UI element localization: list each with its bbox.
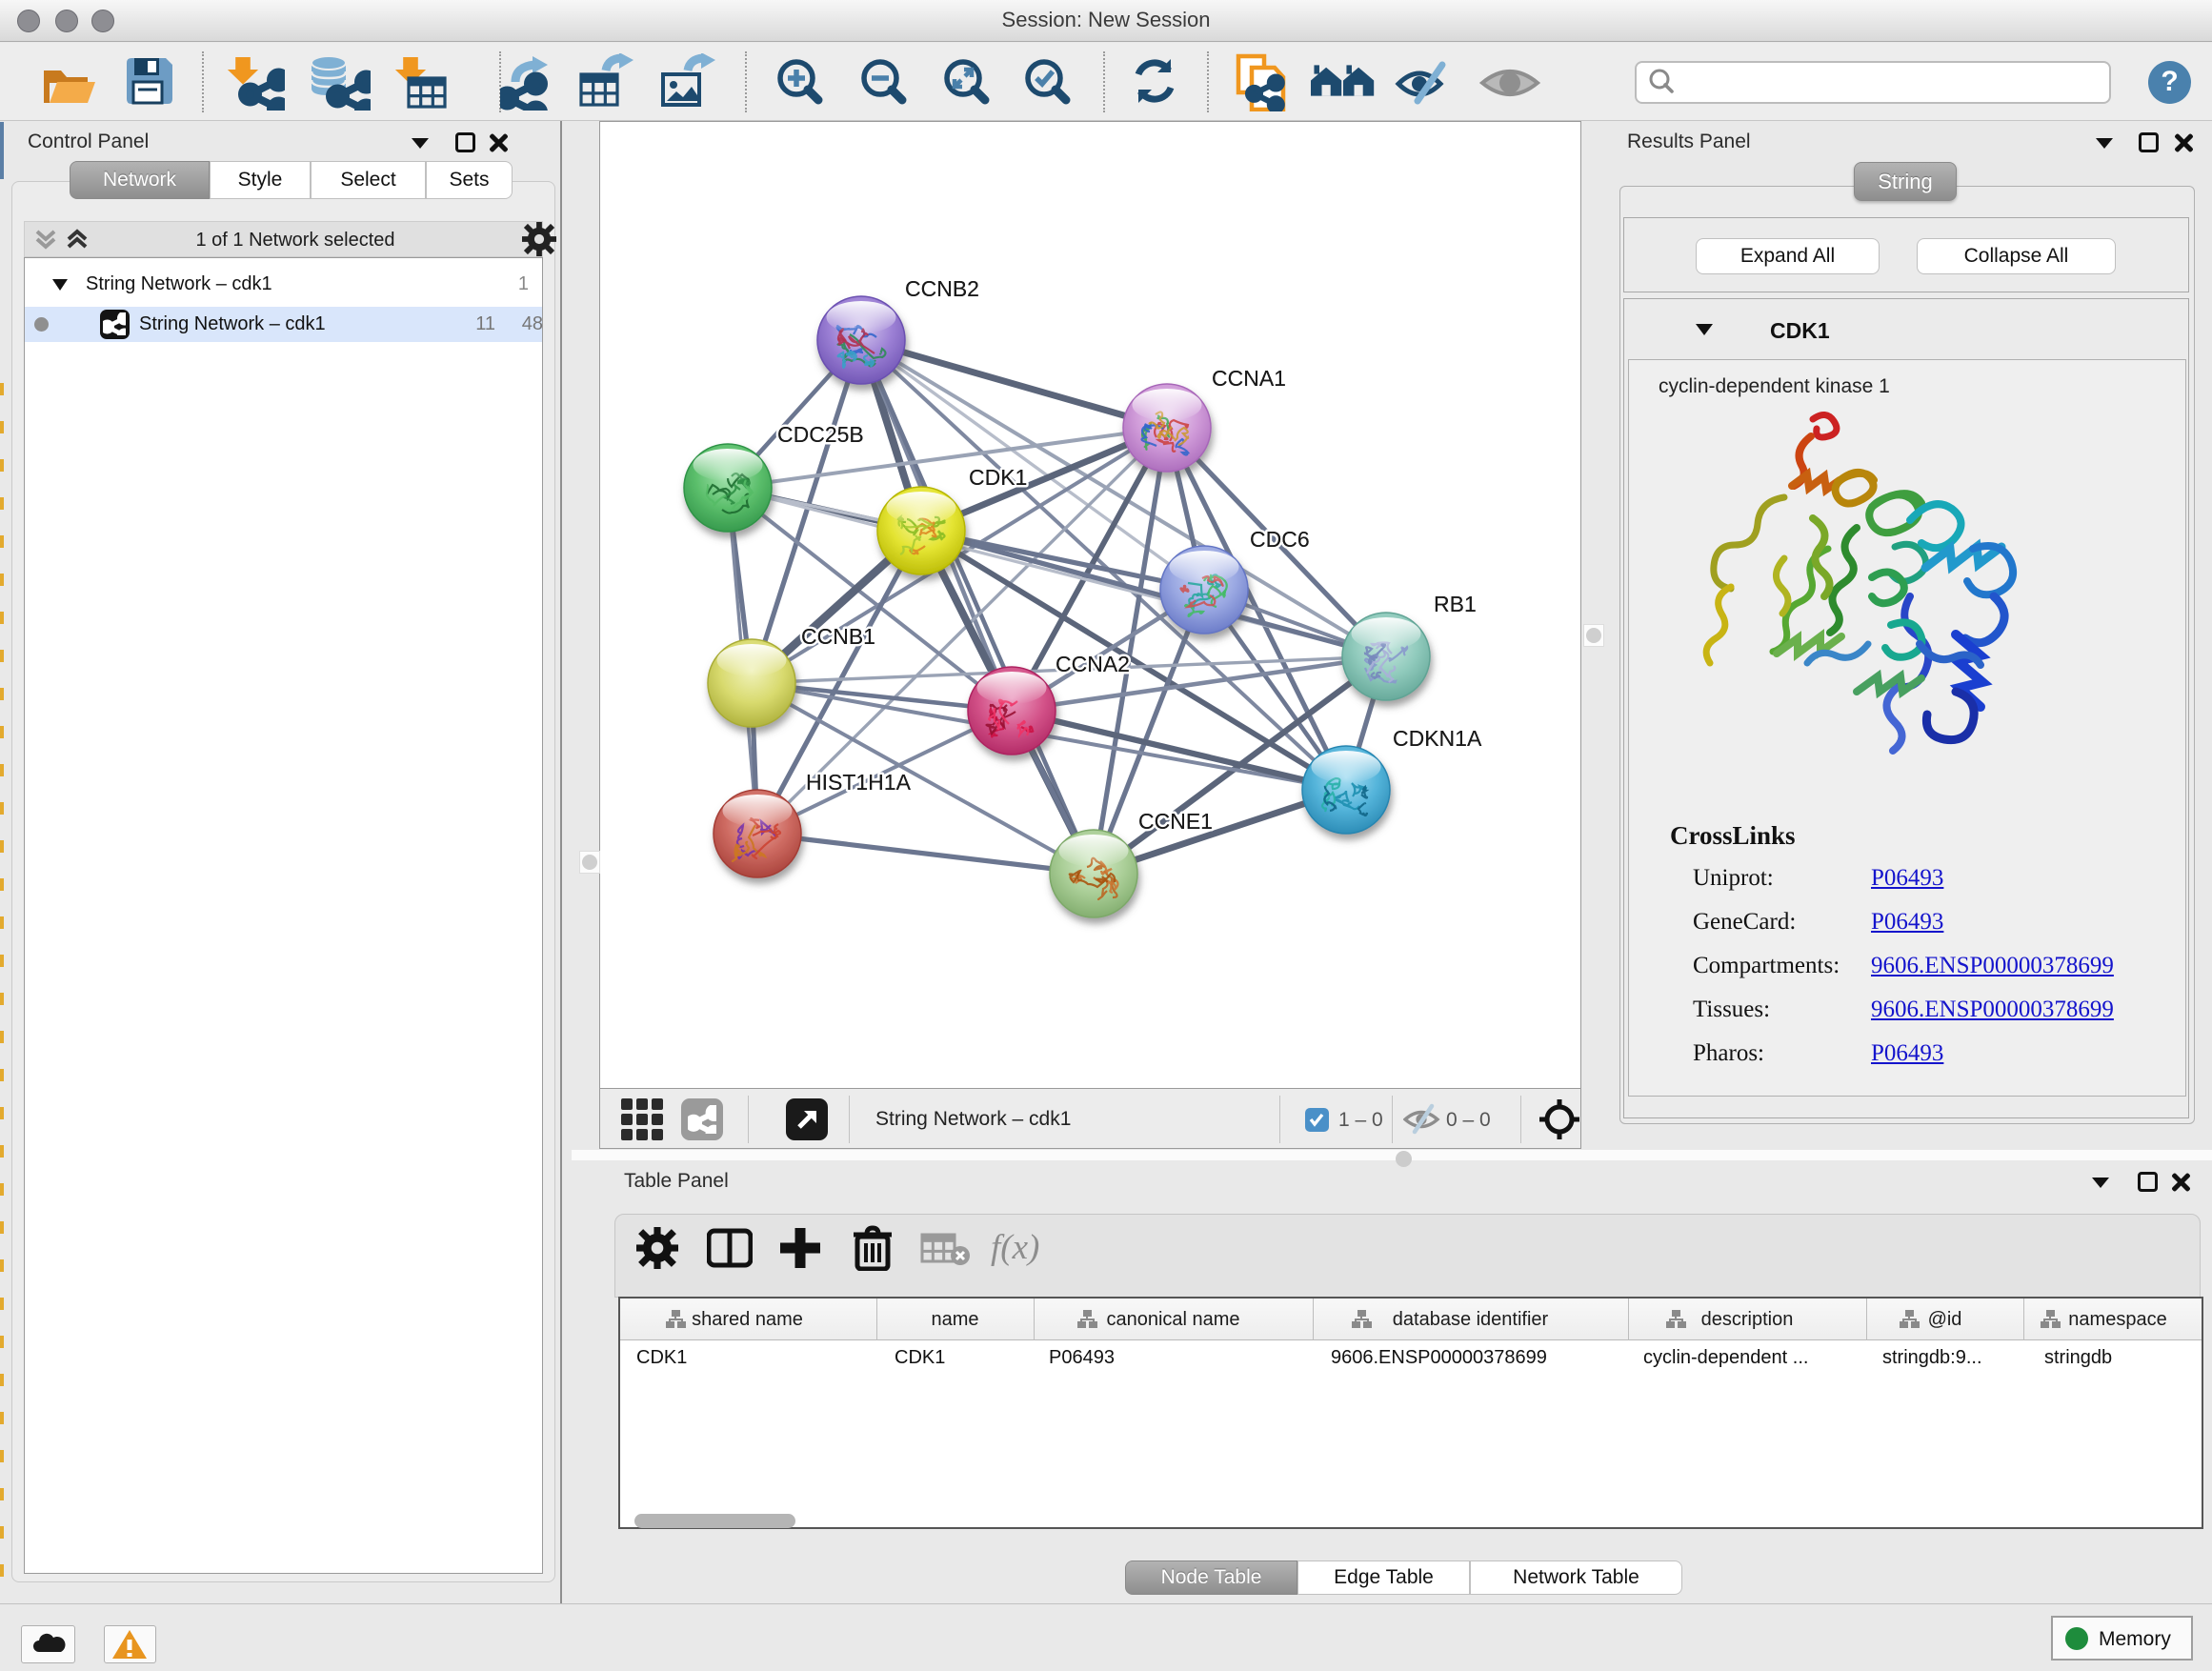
svg-text:CCNB1: CCNB1 — [801, 624, 875, 649]
svg-text:CDC25B: CDC25B — [777, 422, 864, 447]
svg-text:CCNE1: CCNE1 — [1138, 809, 1213, 834]
svg-text:CDC6: CDC6 — [1250, 527, 1310, 552]
svg-text:HIST1H1A: HIST1H1A — [806, 770, 912, 795]
svg-text:CCNA1: CCNA1 — [1212, 366, 1286, 391]
svg-text:CCNB2: CCNB2 — [905, 276, 979, 301]
svg-text:CDKN1A: CDKN1A — [1393, 726, 1482, 751]
svg-text:CDK1: CDK1 — [969, 465, 1027, 490]
svg-text:CCNA2: CCNA2 — [1056, 652, 1130, 676]
svg-text:RB1: RB1 — [1434, 592, 1477, 616]
